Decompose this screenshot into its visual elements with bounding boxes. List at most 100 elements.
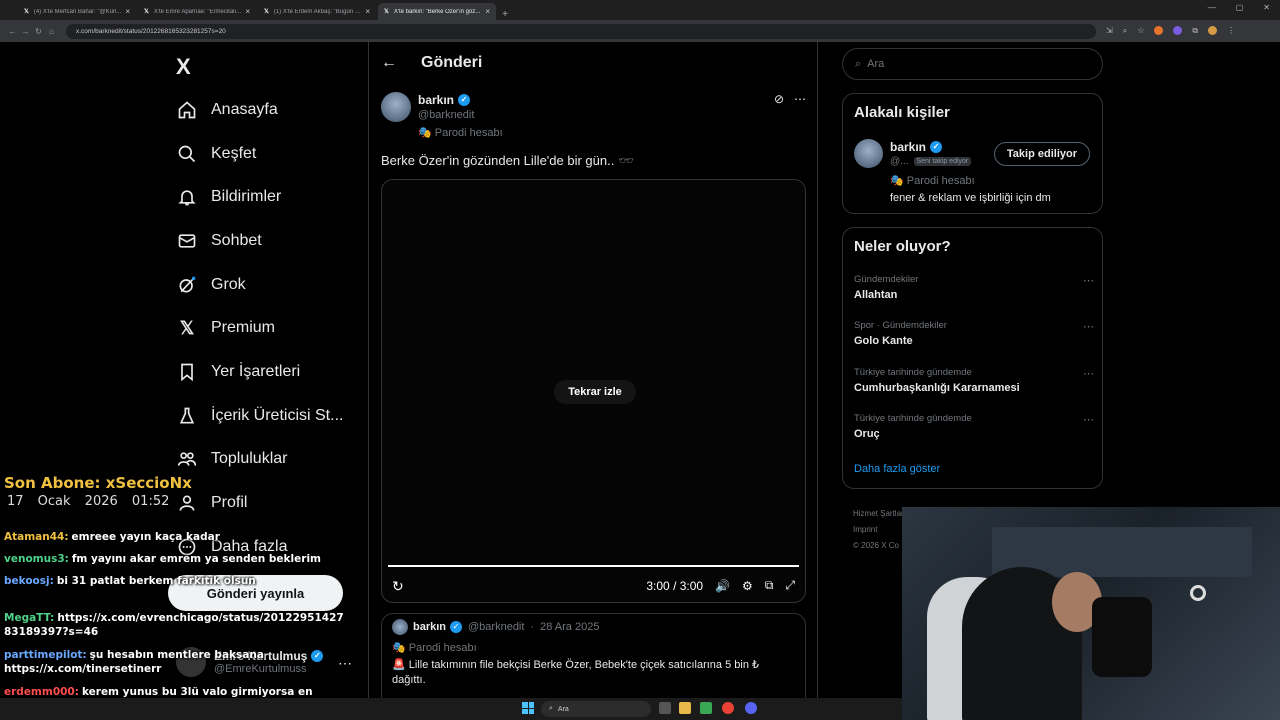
browser-tab-strip: 𝕏 (4) X'te Mertcan Bahar: "@Kürl... × 𝕏 X't…: [0, 0, 1280, 20]
forward-icon[interactable]: →: [19, 27, 32, 36]
user-name[interactable]: barkın: [890, 140, 926, 154]
discord-icon[interactable]: [745, 702, 757, 714]
nav-item-explore[interactable]: Keşfet: [176, 132, 343, 176]
settings-gear-icon[interactable]: ⚙: [742, 579, 753, 593]
window-close-icon[interactable]: ✕: [1263, 3, 1270, 12]
verified-badge-icon: ✓: [450, 621, 463, 633]
stream-date: 17 Ocak 2026: [7, 494, 118, 509]
nav-item-creator-studio[interactable]: İçerik Üreticisi St...: [176, 394, 343, 438]
task-view-icon[interactable]: [659, 702, 671, 714]
nav-item-grok[interactable]: Grok: [176, 263, 343, 307]
footer-link[interactable]: Imprint: [853, 522, 906, 538]
parody-label: Parodi hesabı: [906, 175, 975, 187]
fullscreen-icon[interactable]: ⤢: [785, 578, 795, 593]
close-tab-icon[interactable]: ×: [485, 7, 490, 16]
chat-text: emreee yayın kaça kadar: [71, 531, 220, 543]
search-icon: ⌕: [855, 57, 862, 70]
browser-tab[interactable]: 𝕏 (1) X'te Erdem Akbaş: "Bugün y... ×: [258, 3, 376, 20]
close-tab-icon[interactable]: ×: [245, 7, 250, 16]
trend-item[interactable]: Türkiye tarihinde gündemde Oruç ⋯: [854, 413, 1094, 440]
x-favicon-icon: 𝕏: [384, 9, 389, 15]
windows-start-icon[interactable]: [522, 702, 534, 714]
new-tab-icon[interactable]: +: [498, 9, 512, 20]
trend-item[interactable]: Türkiye tarihinde gündemde Cumhurbaşkanlı…: [854, 367, 1094, 394]
reload-icon[interactable]: ↻: [32, 27, 45, 36]
close-tab-icon[interactable]: ×: [365, 7, 370, 16]
nav-item-profile[interactable]: Profil: [176, 481, 343, 525]
x-logo-icon[interactable]: X: [176, 54, 191, 80]
chat-text: https://x.com/evrenchicago/status/201229…: [4, 612, 344, 638]
user-bio: fener & reklam ve işbirliği için dm: [890, 192, 1051, 204]
address-bar-row: ← → ↻ ⌂ x.com/barknedit/status/201226816…: [0, 20, 1280, 42]
avatar[interactable]: [854, 139, 883, 168]
star-icon[interactable]: ☆: [1137, 26, 1144, 36]
zoom-icon[interactable]: ⌕: [1123, 26, 1127, 36]
app-icon[interactable]: [700, 702, 712, 714]
quote-author-avatar: [392, 619, 408, 635]
more-options-icon[interactable]: ⋯: [1083, 320, 1094, 333]
x-premium-icon: 𝕏: [179, 317, 195, 338]
back-arrow-icon[interactable]: ←: [381, 54, 397, 72]
trend-item[interactable]: Gündemdekiler Allahtan ⋯: [854, 274, 1094, 301]
nav-item-notifications[interactable]: Bildirimler: [176, 175, 343, 219]
post-column: ← Gönderi barkın ✓ @barknedit 🎭 Parodi he…: [368, 42, 818, 720]
extension-icon[interactable]: [1173, 26, 1183, 35]
last-subscriber-banner: Son Abone: xSeccioNx: [4, 474, 192, 492]
following-button[interactable]: Takip ediliyor: [993, 142, 1090, 166]
replay-icon[interactable]: ↻: [392, 578, 404, 595]
install-icon[interactable]: ⇲: [1106, 26, 1113, 36]
url-field[interactable]: x.com/barknedit/status/20122681653232812…: [66, 23, 1096, 39]
chat-text: fm yayını akar emrem ya senden beklerim: [71, 553, 321, 565]
search-input[interactable]: ⌕ Ara: [842, 48, 1103, 80]
browser-tab-active[interactable]: 𝕏 X'te barkın: "Berke Özer'in göz... ×: [378, 3, 496, 20]
more-options-icon[interactable]: ⋯: [1083, 274, 1094, 287]
bookmark-icon: [176, 361, 198, 383]
video-time: 3:00 / 3:00: [646, 578, 704, 593]
author-avatar[interactable]: [381, 92, 411, 122]
extensions-puzzle-icon[interactable]: ⧉: [1192, 26, 1198, 36]
quote-text: 🚨 Lille takımının file bekçisi Berke Öze…: [392, 659, 760, 686]
extension-icon[interactable]: [1154, 26, 1164, 35]
trend-item[interactable]: Spor · Gündemdekiler Golo Kante ⋯: [854, 320, 1094, 347]
bell-icon: [176, 186, 198, 208]
parody-mask-icon: 🎭: [418, 127, 435, 139]
browser-menu-icon[interactable]: ⋮: [1227, 26, 1235, 36]
picture-in-picture-icon[interactable]: ⧉: [765, 578, 774, 593]
home-browser-icon[interactable]: ⌂: [45, 27, 58, 36]
author-handle[interactable]: @barknedit: [418, 109, 474, 121]
chrome-icon[interactable]: [722, 702, 734, 714]
video-progress-bar[interactable]: [388, 565, 799, 567]
nav-item-premium[interactable]: 𝕏 Premium: [176, 306, 343, 350]
browser-tab[interactable]: 𝕏 (4) X'te Mertcan Bahar: "@Kürl... ×: [18, 3, 136, 20]
browser-tab[interactable]: 𝕏 X'te Emre Aparnae: "Ermecitalı... ×: [138, 3, 256, 20]
more-options-icon[interactable]: ⋯: [1083, 413, 1094, 426]
nav-item-home[interactable]: Anasayfa: [176, 88, 343, 132]
replay-button[interactable]: Tekrar izle: [554, 380, 636, 404]
nav-item-bookmarks[interactable]: Yer İşaretleri: [176, 350, 343, 394]
show-more-link[interactable]: Daha fazla göster: [854, 463, 940, 475]
quote-date: 28 Ara 2025: [540, 621, 600, 633]
more-options-icon[interactable]: ⋯: [794, 92, 806, 106]
chat-user: MegaTT:: [4, 612, 55, 624]
nav-item-communities[interactable]: Topluluklar: [176, 438, 343, 482]
maximize-icon[interactable]: ▢: [1236, 3, 1244, 12]
chat-text: bi 31 patlat berkem farkıtık olsun: [56, 575, 256, 587]
volume-icon[interactable]: 🔊: [715, 579, 730, 593]
trends-card: Neler oluyor? Gündemdekiler Allahtan ⋯ Spo…: [842, 227, 1103, 489]
taskbar-search[interactable]: ⌕ Ara: [541, 701, 651, 717]
video-player[interactable]: Tekrar izle ↻ 3:00 / 3:00 🔊 ⚙ ⧉ ⤢: [381, 179, 806, 603]
more-options-icon[interactable]: ⋯: [1083, 367, 1094, 380]
grok-explain-icon[interactable]: ⊘: [774, 92, 784, 106]
nav-item-messages[interactable]: Sohbet: [176, 219, 343, 263]
minimize-icon[interactable]: —: [1208, 3, 1216, 12]
relevant-people-card: Alakalı kişiler barkın ✓ @... Seni takip e…: [842, 93, 1103, 214]
profile-avatar-icon[interactable]: [1208, 26, 1218, 35]
back-icon[interactable]: ←: [6, 27, 19, 36]
file-explorer-icon[interactable]: [679, 702, 691, 714]
chat-message: MegaTT: https://x.com/evrenchicago/status…: [4, 611, 344, 639]
parody-mask-icon: 🎭: [890, 175, 907, 187]
verified-badge-icon: ✓: [930, 141, 943, 153]
footer-link[interactable]: Hizmet Şartları: [853, 506, 906, 522]
close-tab-icon[interactable]: ×: [125, 7, 130, 16]
author-name[interactable]: barkın: [418, 93, 454, 107]
